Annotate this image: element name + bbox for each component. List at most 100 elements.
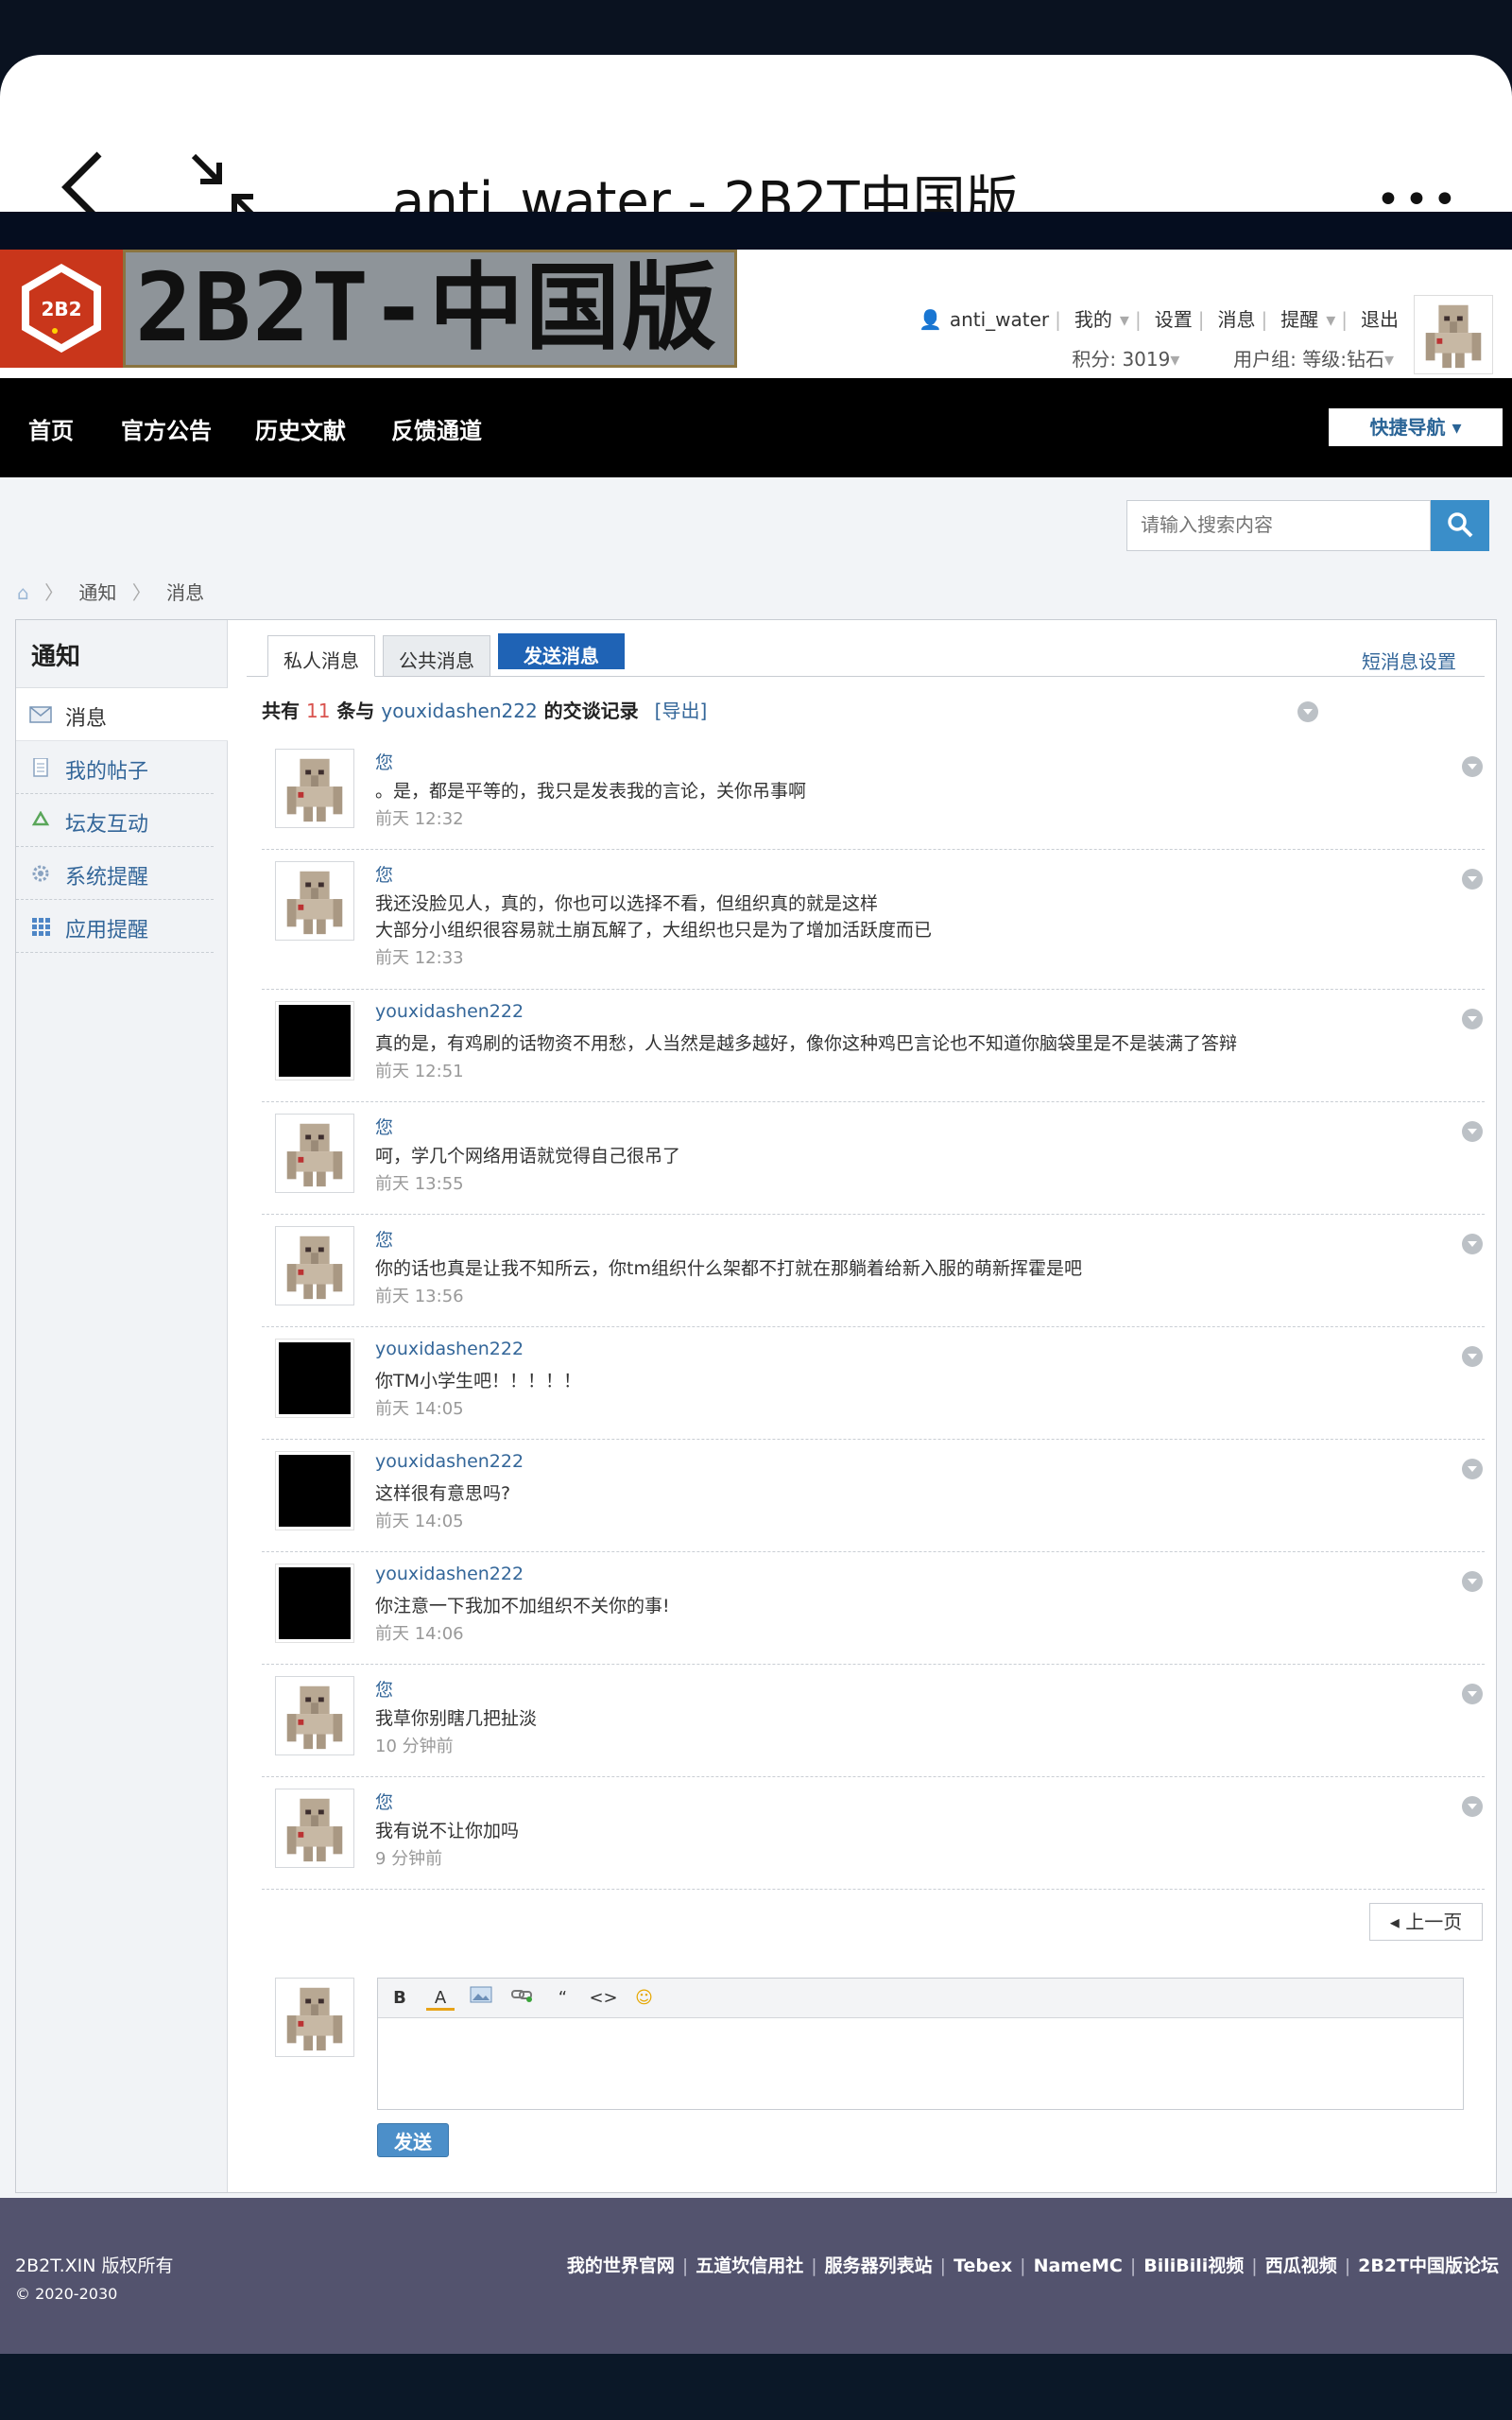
- messages-link[interactable]: 消息: [1217, 308, 1255, 331]
- tab-private[interactable]: 私人消息: [267, 635, 375, 677]
- send-message-tab[interactable]: 发送消息: [498, 633, 625, 669]
- sidebar-item-apps[interactable]: 应用提醒: [16, 900, 214, 953]
- nav-history[interactable]: 历史文献: [255, 412, 346, 445]
- user-toolbar: 👤 anti_water | 我的 ▾ | 设置 | 消息 | 提醒 ▾ | 退出: [918, 308, 1399, 331]
- golem-avatar-icon: [1425, 304, 1482, 369]
- breadcrumb: ⌂ 〉 通知 〉 消息: [17, 581, 205, 604]
- previous-page-button[interactable]: ◂ 上一页: [1369, 1903, 1483, 1941]
- message-sender[interactable]: youxidashen222: [375, 1339, 524, 1359]
- footer-link[interactable]: 服务器列表站: [825, 2256, 933, 2276]
- sidebar-item-my-posts[interactable]: 我的帖子: [16, 741, 214, 794]
- link-icon[interactable]: [507, 1986, 536, 2011]
- search-input[interactable]: [1126, 500, 1431, 551]
- sidebar-title: 通知: [16, 620, 227, 688]
- dropdown-circle-icon[interactable]: [1297, 701, 1318, 722]
- message-avatar[interactable]: [275, 1676, 354, 1755]
- message-avatar[interactable]: [275, 1339, 354, 1418]
- logo-hexagon-icon: 2B2: [22, 264, 101, 353]
- site-logo-badge[interactable]: 2B2: [0, 250, 123, 368]
- message-avatar[interactable]: [275, 1114, 354, 1193]
- message-text: 。是，都是平等的，我只是发表我的言论，关你吊事啊: [375, 781, 807, 802]
- footer-years: © 2020-2030: [15, 2285, 118, 2303]
- code-button[interactable]: <>: [589, 1986, 617, 2011]
- bold-button[interactable]: B: [386, 1986, 414, 2011]
- message-tabs: 私人消息 公共消息 发送消息 短消息设置: [247, 628, 1485, 677]
- message-sender[interactable]: youxidashen222: [375, 1564, 524, 1584]
- dropdown-circle-icon[interactable]: [1462, 1346, 1483, 1367]
- search-button[interactable]: [1431, 500, 1489, 551]
- send-button[interactable]: 发送: [377, 2123, 449, 2157]
- username-link[interactable]: anti_water: [950, 308, 1049, 331]
- message-row: 您呵，学几个网络用语就觉得自己很吊了 前天 13:55: [262, 1102, 1485, 1215]
- message-sender[interactable]: 您: [375, 1789, 393, 1814]
- document-icon: [33, 758, 48, 777]
- tab-public[interactable]: 公共消息: [383, 635, 490, 677]
- golem-avatar-icon: [286, 1987, 343, 2051]
- image-icon[interactable]: [467, 1986, 495, 2011]
- sidebar-item-system[interactable]: 系统提醒: [16, 847, 214, 900]
- quick-nav-button[interactable]: 快捷导航 ▾: [1329, 408, 1503, 446]
- message-text: 我草你别瞎几把扯淡: [375, 1708, 538, 1729]
- dropdown-circle-icon[interactable]: [1462, 1459, 1483, 1479]
- user-avatar[interactable]: [1414, 295, 1493, 374]
- logout-link[interactable]: 退出: [1361, 308, 1399, 331]
- message-avatar[interactable]: [275, 1226, 354, 1305]
- message-content: 私人消息 公共消息 发送消息 短消息设置 共有 11 条与 youxidashe…: [247, 620, 1485, 2192]
- user-stats: 积分: 3019▾ 用户组: 等级:钻石▾: [1072, 344, 1394, 372]
- message-avatar[interactable]: [275, 1001, 354, 1080]
- dropdown-circle-icon[interactable]: [1462, 1571, 1483, 1592]
- footer-link[interactable]: Tebex: [954, 2256, 1012, 2276]
- message-time: 9 分钟前: [375, 1849, 443, 1869]
- usergroup-menu[interactable]: 用户组: 等级:钻石: [1233, 348, 1384, 371]
- message-row: youxidashen222 这样很有意思吗? 前天 14:05: [262, 1440, 1485, 1552]
- my-menu[interactable]: 我的: [1074, 308, 1112, 331]
- message-sender[interactable]: 您: [375, 1226, 393, 1252]
- dropdown-circle-icon[interactable]: [1462, 756, 1483, 777]
- message-avatar[interactable]: [275, 749, 354, 828]
- message-sender[interactable]: youxidashen222: [375, 1451, 524, 1472]
- message-avatar[interactable]: [275, 861, 354, 941]
- message-sender[interactable]: 您: [375, 749, 393, 774]
- message-sender[interactable]: youxidashen222: [375, 1001, 524, 1022]
- dropdown-circle-icon[interactable]: [1462, 1121, 1483, 1142]
- sidebar-item-interaction[interactable]: 坛友互动: [16, 794, 214, 847]
- settings-link[interactable]: 设置: [1155, 308, 1193, 331]
- reminders-menu[interactable]: 提醒: [1280, 308, 1318, 331]
- site-logo-text[interactable]: 2B2T-中国版: [123, 250, 737, 368]
- sidebar-item-label: 消息: [65, 707, 108, 731]
- emoji-button[interactable]: ☺: [630, 1986, 659, 2011]
- message-avatar[interactable]: [275, 1564, 354, 1643]
- font-color-button[interactable]: A: [426, 1986, 455, 2011]
- dropdown-circle-icon[interactable]: [1462, 1234, 1483, 1254]
- message-sender[interactable]: 您: [375, 861, 393, 887]
- message-avatar[interactable]: [275, 1451, 354, 1530]
- message-time: 前天 13:55: [375, 1174, 464, 1194]
- message-avatar[interactable]: [275, 1789, 354, 1868]
- dropdown-circle-icon[interactable]: [1462, 1796, 1483, 1817]
- dropdown-circle-icon[interactable]: [1462, 1009, 1483, 1029]
- nav-home[interactable]: 首页: [28, 412, 74, 445]
- footer-link[interactable]: 我的世界官网: [567, 2256, 675, 2276]
- footer-link[interactable]: NameMC: [1034, 2256, 1123, 2276]
- footer-link[interactable]: BiliBili视频: [1143, 2256, 1244, 2276]
- reply-textarea[interactable]: [378, 2018, 1463, 2109]
- message-time: 前天 12:33: [375, 948, 464, 968]
- breadcrumb-notice[interactable]: 通知: [78, 581, 116, 604]
- message-settings-link[interactable]: 短消息设置: [1362, 647, 1456, 674]
- points-menu[interactable]: 积分: 3019: [1072, 348, 1170, 371]
- footer-link[interactable]: 西瓜视频: [1265, 2256, 1337, 2276]
- quote-button[interactable]: “: [548, 1986, 576, 2011]
- nav-feedback[interactable]: 反馈通道: [391, 412, 482, 445]
- sidebar-item-messages[interactable]: 消息: [16, 688, 228, 741]
- message-sender[interactable]: 您: [375, 1676, 393, 1702]
- dropdown-circle-icon[interactable]: [1462, 869, 1483, 890]
- message-sender[interactable]: 您: [375, 1114, 393, 1139]
- dropdown-circle-icon[interactable]: [1462, 1684, 1483, 1704]
- browser-top-bar: anti_water - 2B2T中国版… •••: [0, 55, 1512, 233]
- conversation-user-link[interactable]: youxidashen222: [381, 700, 537, 722]
- footer-link[interactable]: 2B2T中国版论坛: [1358, 2256, 1499, 2276]
- home-icon[interactable]: ⌂: [17, 581, 29, 604]
- nav-announcements[interactable]: 官方公告: [121, 412, 212, 445]
- export-link[interactable]: [导出]: [655, 700, 708, 722]
- footer-link[interactable]: 五道坎信用社: [696, 2256, 803, 2276]
